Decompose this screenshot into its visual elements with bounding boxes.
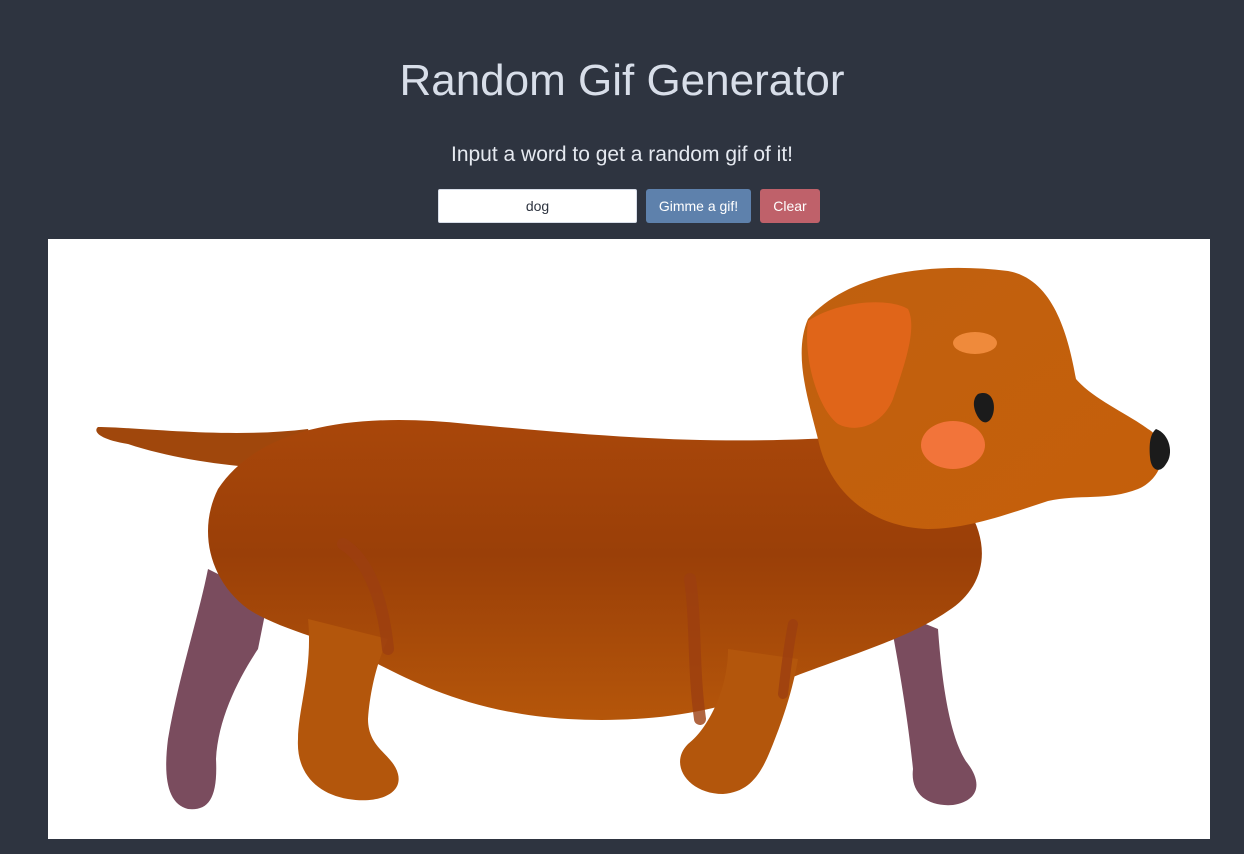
gimme-gif-button[interactable]: Gimme a gif! <box>646 189 751 223</box>
dog-nose <box>1149 429 1171 470</box>
app-page: Random Gif Generator Input a word to get… <box>0 0 1244 854</box>
search-controls: Gimme a gif! Clear <box>438 189 820 223</box>
dog-gif-illustration <box>96 267 1171 810</box>
dog-cheek <box>921 421 985 469</box>
dog-brow-spot <box>953 332 997 354</box>
search-input[interactable] <box>438 189 637 223</box>
clear-button[interactable]: Clear <box>760 189 820 223</box>
page-title: Random Gif Generator <box>399 56 845 105</box>
dog-front-leg-far <box>888 609 977 806</box>
gif-image <box>48 239 1210 839</box>
page-subtitle: Input a word to get a random gif of it! <box>450 143 794 166</box>
